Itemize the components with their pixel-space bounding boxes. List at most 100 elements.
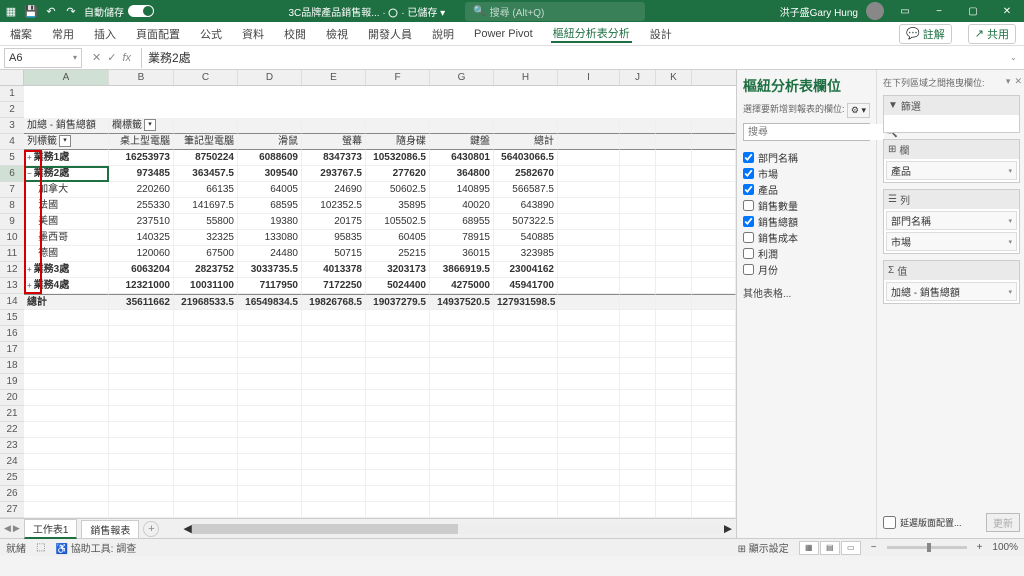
display-settings-button[interactable]: ⊞ 顯示設定 [738,540,789,555]
tab-home[interactable]: 常用 [50,26,76,42]
row-header[interactable]: 23 [0,438,24,454]
field-checkbox[interactable] [743,200,754,211]
field-checkbox[interactable] [743,216,754,227]
column-header[interactable]: K [656,70,692,85]
row-header[interactable]: 13 [0,278,24,294]
row-header[interactable]: 10 [0,230,24,246]
sheet-tab[interactable]: 工作表1 [24,519,78,539]
tab-powerpivot[interactable]: Power Pivot [472,28,535,40]
row-header[interactable]: 8 [0,198,24,214]
tab-formulas[interactable]: 公式 [198,26,224,42]
field-item[interactable]: 產品 [743,181,870,197]
tab-file[interactable]: 檔案 [8,26,34,42]
app-icon[interactable]: ▦ [4,4,18,18]
row-header[interactable]: 19 [0,374,24,390]
accessibility-status[interactable]: ♿ 協助工具: 調查 [55,540,136,555]
field-checkbox[interactable] [743,264,754,275]
tab-insert[interactable]: 插入 [92,26,118,42]
row-header[interactable]: 7 [0,182,24,198]
tab-layout[interactable]: 頁面配置 [134,26,182,42]
close-icon[interactable]: ✕ [994,0,1020,22]
row-header[interactable]: 5 [0,150,24,166]
area-item[interactable]: 產品▾ [886,161,1017,180]
field-item[interactable]: 銷售成本 [743,229,870,245]
area-item[interactable]: 部門名稱▾ [886,211,1017,230]
row-header[interactable]: 17 [0,342,24,358]
cancel-icon[interactable]: ✕ [92,51,101,64]
column-header[interactable]: B [109,70,174,85]
fx-icon[interactable]: fx [122,52,131,64]
pane-menu-icon[interactable]: ▾ [1006,76,1011,87]
normal-view-button[interactable]: ▦ [799,541,819,555]
add-sheet-button[interactable]: + [143,521,159,537]
field-item[interactable]: 市場 [743,165,870,181]
tab-view[interactable]: 檢視 [324,26,350,42]
field-checkbox[interactable] [743,168,754,179]
row-header[interactable]: 18 [0,358,24,374]
horizontal-scrollbar[interactable]: ◀▶ [183,523,732,535]
tab-help[interactable]: 說明 [430,26,456,42]
tab-data[interactable]: 資料 [240,26,266,42]
search-box[interactable]: 🔍 搜尋 (Alt+Q) [465,2,645,21]
gear-icon[interactable]: ⚙ ▾ [847,103,870,118]
expand-icon[interactable]: + [27,281,32,290]
undo-icon[interactable]: ↶ [44,4,58,18]
row-header[interactable]: 11 [0,246,24,262]
maximize-icon[interactable]: ▢ [960,0,986,22]
field-checkbox[interactable] [743,184,754,195]
formula-input[interactable]: 業務2處 [141,48,1010,68]
row-header[interactable]: 15 [0,310,24,326]
column-header[interactable]: E [302,70,366,85]
ribbon-mode-icon[interactable]: ▭ [892,0,918,22]
column-header[interactable]: J [620,70,656,85]
autosave-toggle[interactable]: 自動儲存 [84,4,154,19]
user-name[interactable]: 洪子盛Gary Hung [780,4,858,19]
area-item[interactable]: 市場▾ [886,232,1017,251]
sheet-nav-prev[interactable]: ◀ [4,523,11,534]
field-item[interactable]: 部門名稱 [743,149,870,165]
field-checkbox[interactable] [743,248,754,259]
row-header[interactable]: 25 [0,470,24,486]
column-header[interactable]: D [238,70,302,85]
zoom-in-button[interactable]: + [977,542,983,553]
row-header[interactable]: 16 [0,326,24,342]
worksheet-grid[interactable]: ABCDEFGHIJK 1234567891011121314151617181… [0,70,736,538]
row-header[interactable]: 6 [0,166,24,182]
tab-developer[interactable]: 開發人員 [366,26,414,42]
row-header[interactable]: 12 [0,262,24,278]
pane-close-icon[interactable]: ✕ [1014,76,1022,87]
column-header[interactable]: C [174,70,238,85]
field-search-input[interactable]: 🔍 [743,123,870,141]
rows-area[interactable]: ☰ 列 部門名稱▾ 市場▾ [883,189,1020,254]
row-header[interactable]: 24 [0,454,24,470]
macro-record-icon[interactable]: ⬚ [36,542,45,553]
expand-icon[interactable]: + [27,153,32,162]
expand-formula-icon[interactable]: ⌄ [1010,53,1024,62]
comments-button[interactable]: 💬 註解 [899,24,952,44]
row-header[interactable]: 4 [0,134,24,150]
zoom-slider[interactable] [887,546,967,549]
row-header[interactable]: 2 [0,102,24,118]
tab-review[interactable]: 校閱 [282,26,308,42]
column-header[interactable]: A [24,70,109,85]
col-dropdown[interactable]: ▾ [144,119,156,131]
row-header[interactable]: 27 [0,502,24,518]
sheet-tab[interactable]: 銷售報表 [81,520,139,538]
sheet-nav-next[interactable]: ▶ [13,523,20,534]
row-header[interactable]: 21 [0,406,24,422]
zoom-level[interactable]: 100% [992,542,1018,553]
update-button[interactable]: 更新 [986,513,1020,532]
row-header[interactable]: 20 [0,390,24,406]
field-checkbox[interactable] [743,232,754,243]
redo-icon[interactable]: ↷ [64,4,78,18]
field-item[interactable]: 銷售總額 [743,213,870,229]
tab-design[interactable]: 設計 [648,26,674,42]
area-item[interactable]: 加總 - 銷售總額▾ [886,282,1017,301]
column-header[interactable]: G [430,70,494,85]
row-header[interactable]: 26 [0,486,24,502]
expand-icon[interactable]: − [27,169,32,178]
save-icon[interactable]: 💾 [24,4,38,18]
row-header[interactable]: 3 [0,118,24,134]
column-header[interactable]: I [558,70,620,85]
page-break-button[interactable]: ▭ [841,541,861,555]
